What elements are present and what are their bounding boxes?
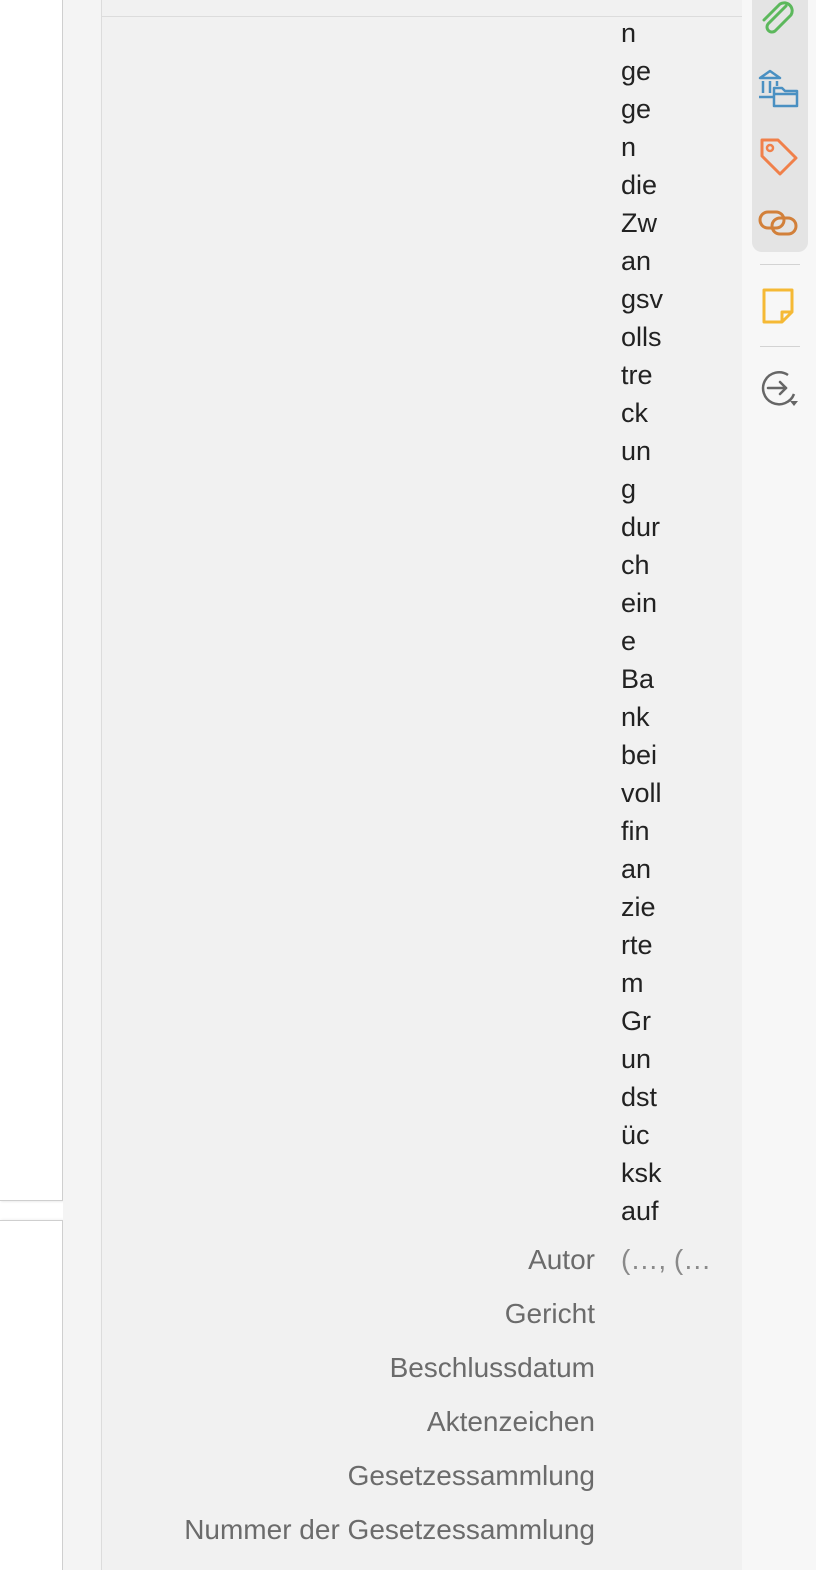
title-line: voll xyxy=(621,778,662,808)
title-line: auf xyxy=(621,1196,659,1226)
field-value-autor[interactable]: (…, (… xyxy=(621,1242,721,1278)
title-line: ksk xyxy=(621,1158,662,1188)
title-line: bei xyxy=(621,740,658,770)
field-label-autor: Autor xyxy=(528,1244,595,1275)
title-line: an xyxy=(621,246,652,276)
title-line: nk xyxy=(621,702,650,732)
title-line: an xyxy=(621,854,652,884)
title-line: Ba xyxy=(621,664,655,694)
lower-pane[interactable] xyxy=(0,1220,63,1570)
side-navigation xyxy=(742,0,816,1570)
attachment-icon[interactable] xyxy=(756,0,800,44)
field-label-gericht: Gericht xyxy=(504,1298,595,1329)
title-line: üc xyxy=(621,1120,650,1150)
title-line: tre xyxy=(621,360,653,390)
divider xyxy=(760,346,800,347)
title-line: un xyxy=(621,1044,652,1074)
title-line: zie xyxy=(621,892,656,922)
title-line: m xyxy=(621,968,644,998)
divider xyxy=(760,264,800,265)
related-icon[interactable] xyxy=(756,200,800,244)
title-line: ch xyxy=(621,550,650,580)
title-line: n xyxy=(621,132,637,162)
title-line: Gr xyxy=(621,1006,651,1036)
app-window: n ge ge n die Zw an gsv olls tre ck un g dur ch ein e Ba n… xyxy=(0,0,816,1570)
title-line: olls xyxy=(621,322,662,352)
title-line: ge xyxy=(621,94,652,124)
field-label-aktenzeichen: Aktenzeichen xyxy=(426,1406,595,1437)
tag-icon[interactable] xyxy=(756,134,800,178)
title-line: ck xyxy=(621,398,648,428)
locate-icon[interactable] xyxy=(756,366,800,410)
title-line: dur xyxy=(621,512,661,542)
title-line: Zw xyxy=(621,208,657,238)
field-label-beschlussdatum: Beschlussdatum xyxy=(389,1352,595,1383)
title-line: g xyxy=(621,474,637,504)
field-label-nummer-der-gesetzessammlung: Nummer der Gesetzessammlung xyxy=(184,1514,595,1545)
title-line: ein xyxy=(621,588,658,618)
title-line: n xyxy=(621,18,637,48)
title-line: ge xyxy=(621,56,652,86)
items-list-pane[interactable] xyxy=(0,0,63,1201)
pane-splitter[interactable] xyxy=(63,0,101,1570)
title-field-value[interactable]: n ge ge n die Zw an gsv olls tre ck un g dur ch ein e Ba n… xyxy=(621,14,673,1230)
title-line: die xyxy=(621,170,658,200)
title-line: dst xyxy=(621,1082,658,1112)
item-pane: n ge ge n die Zw an gsv olls tre ck un g dur ch ein e Ba n… xyxy=(101,0,743,1570)
title-line: e xyxy=(621,626,637,656)
libraries-collections-icon[interactable] xyxy=(756,66,800,110)
field-label-gesetzessammlung: Gesetzessammlung xyxy=(347,1460,595,1491)
title-line: rte xyxy=(621,930,653,960)
title-line: fin xyxy=(621,816,650,846)
note-icon[interactable] xyxy=(756,284,800,328)
title-line: un xyxy=(621,436,652,466)
title-line: gsv xyxy=(621,284,664,314)
